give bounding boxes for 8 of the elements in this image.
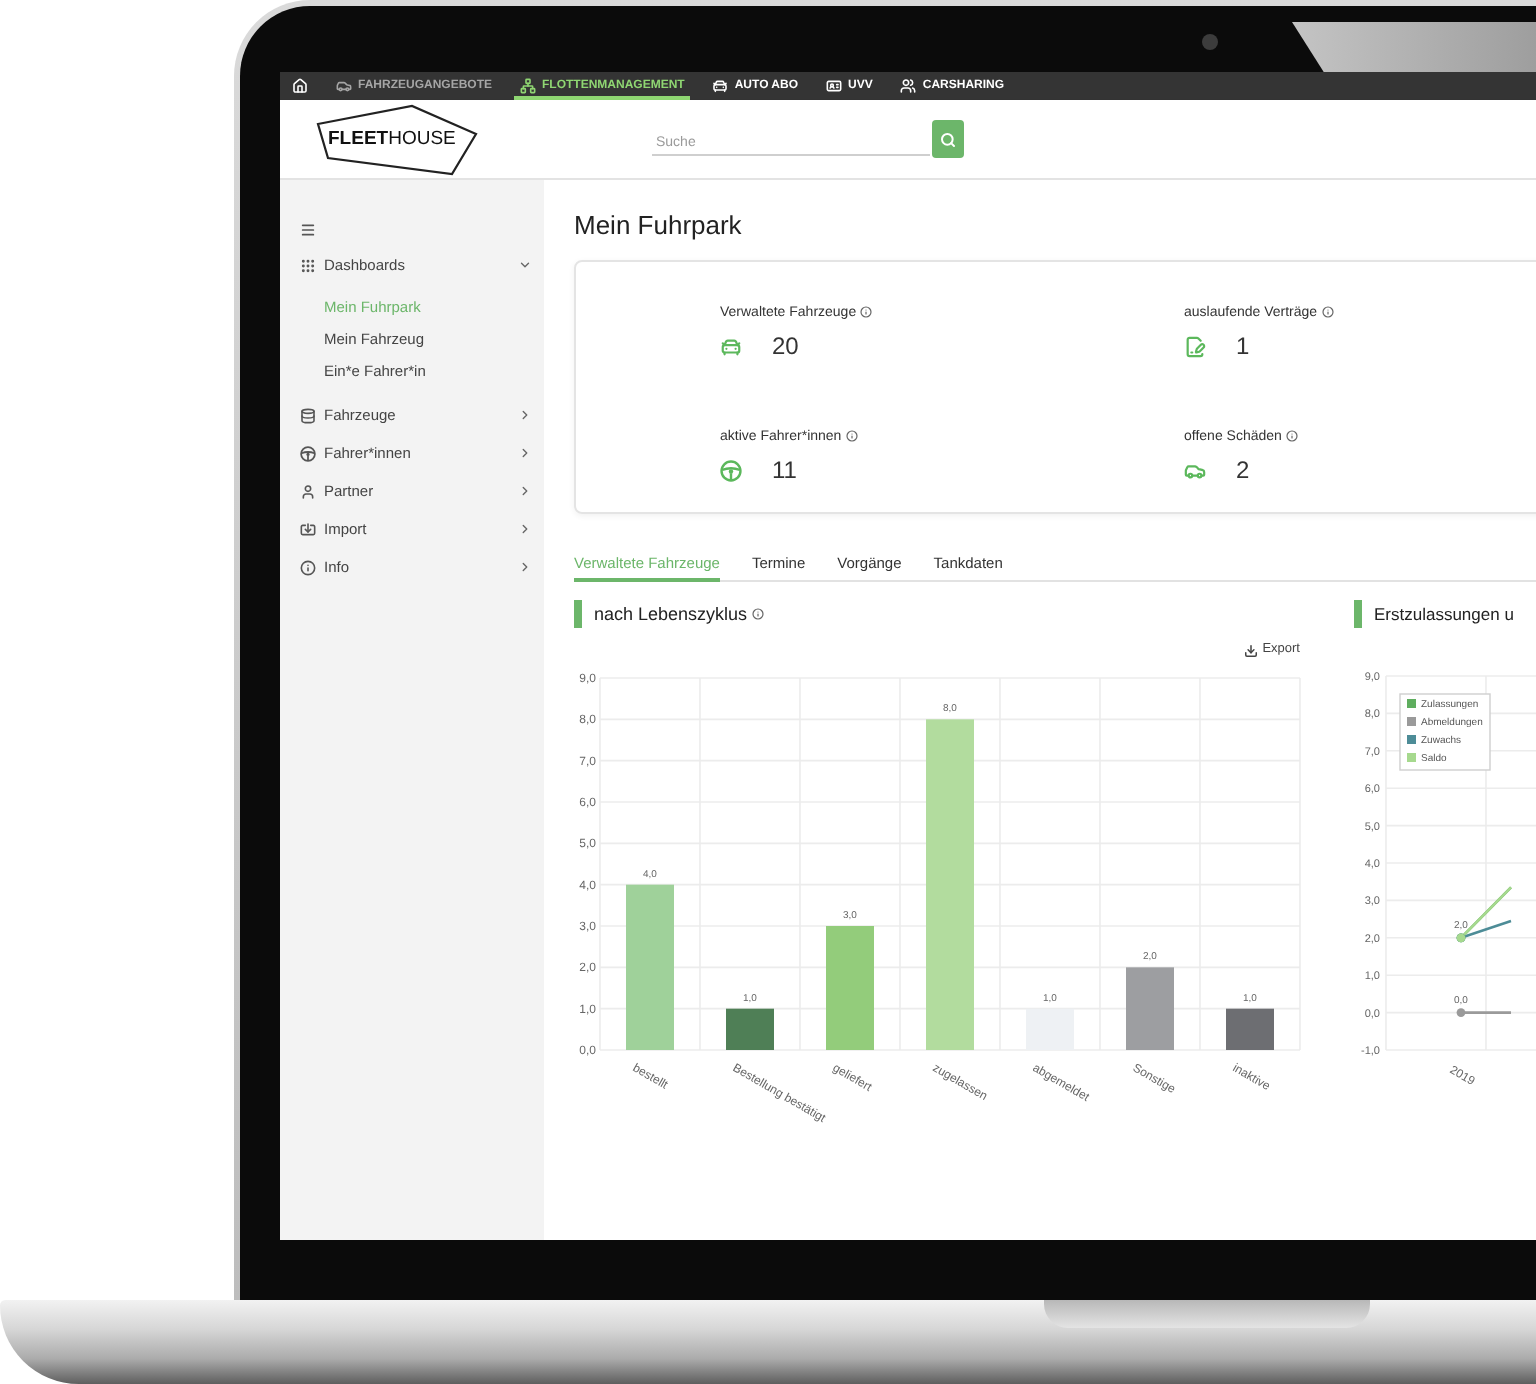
chart-title: nach Lebenszyklus xyxy=(594,605,748,623)
stat-value: 1 xyxy=(1236,334,1250,358)
stat-value: 20 xyxy=(772,334,799,358)
stat-value: 2 xyxy=(1236,458,1250,482)
chart-title: Erstzulassungen u xyxy=(1374,605,1514,623)
logo-text: FLEETHOUSE xyxy=(328,129,456,149)
page-title: Mein Fuhrpark xyxy=(574,210,744,240)
stat-value: 11 xyxy=(772,458,797,482)
